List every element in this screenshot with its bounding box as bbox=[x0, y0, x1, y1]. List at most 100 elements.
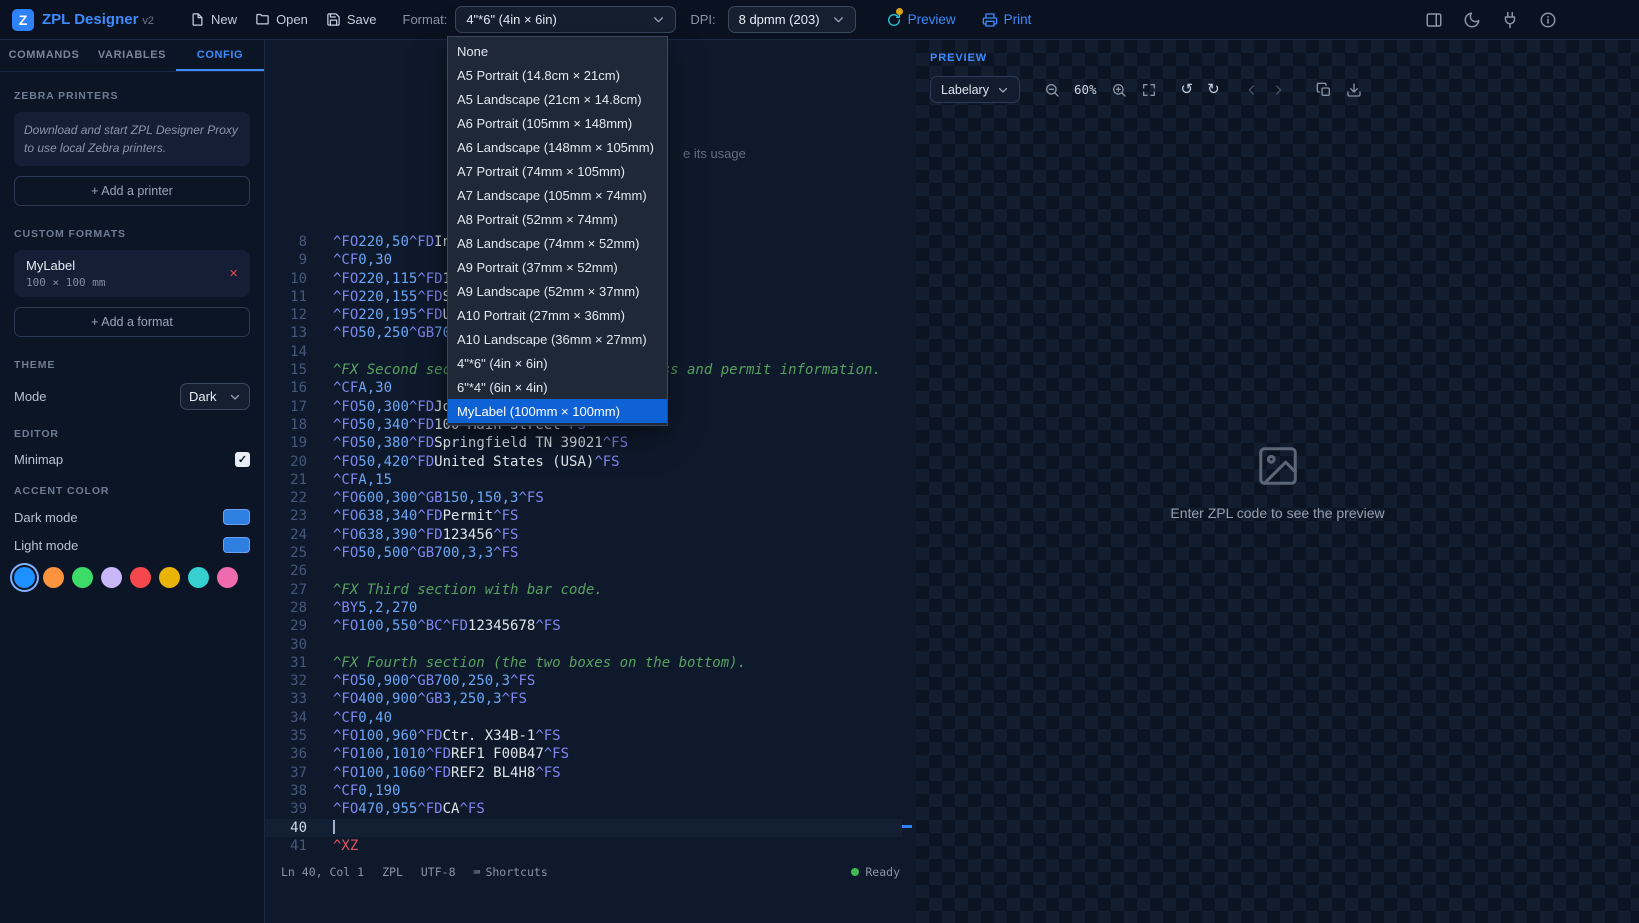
format-dropdown: NoneA5 Portrait (14.8cm × 21cm)A5 Landsc… bbox=[447, 36, 668, 426]
code-line[interactable]: 25^FO50,500^GB700,3,3^FS bbox=[265, 544, 902, 562]
code-line[interactable]: 29^FO100,550^BC^FD12345678^FS bbox=[265, 617, 902, 635]
custom-format-info: MyLabel 100 × 100 mm bbox=[26, 258, 105, 289]
format-option[interactable]: A9 Landscape (52mm × 37mm) bbox=[448, 279, 667, 303]
mode-select[interactable]: Dark bbox=[180, 383, 250, 410]
proxy-connection-button[interactable] bbox=[1501, 11, 1519, 29]
tab-variables[interactable]: VARIABLES bbox=[88, 40, 176, 71]
add-format-button[interactable]: + Add a format bbox=[14, 307, 250, 337]
code-line[interactable]: 40 bbox=[265, 819, 902, 837]
folder-icon bbox=[255, 12, 270, 27]
format-option[interactable]: MyLabel (100mm × 100mm) bbox=[448, 399, 667, 423]
format-select[interactable]: 4"*6" (4in × 6in) bbox=[455, 6, 676, 33]
new-button[interactable]: New bbox=[190, 12, 237, 27]
accent-color-dot[interactable] bbox=[72, 567, 93, 588]
line-number: 11 bbox=[265, 288, 307, 306]
format-option[interactable]: A7 Landscape (105mm × 74mm) bbox=[448, 183, 667, 207]
printer-icon bbox=[982, 12, 998, 28]
format-option[interactable]: A6 Portrait (105mm × 148mm) bbox=[448, 111, 667, 135]
code-line[interactable]: 37^FO100,1060^FDREF2 BL4H8^FS bbox=[265, 764, 902, 782]
code-line[interactable]: 19^FO50,380^FDSpringfield TN 39021^FS bbox=[265, 434, 902, 452]
ready-status: Ready bbox=[851, 865, 900, 879]
accent-color-dot[interactable] bbox=[14, 567, 35, 588]
header-right-icons bbox=[1425, 11, 1557, 29]
preview-empty-text: Enter ZPL code to see the preview bbox=[1170, 505, 1384, 521]
code-line[interactable]: 20^FO50,420^FDUnited States (USA)^FS bbox=[265, 453, 902, 471]
format-option[interactable]: A6 Landscape (148mm × 105mm) bbox=[448, 135, 667, 159]
minimap-label: Minimap bbox=[14, 452, 63, 467]
dark-mode-label: Dark mode bbox=[14, 510, 78, 525]
code-line[interactable]: 41^XZ bbox=[265, 837, 902, 855]
format-option[interactable]: A5 Portrait (14.8cm × 21cm) bbox=[448, 63, 667, 87]
panel-toggle-button[interactable] bbox=[1425, 11, 1443, 29]
tab-commands[interactable]: COMMANDS bbox=[0, 40, 88, 71]
format-option[interactable]: A10 Portrait (27mm × 36mm) bbox=[448, 303, 667, 327]
format-option[interactable]: 6"*4" (6in × 4in) bbox=[448, 375, 667, 399]
code-line[interactable]: 31^FX Fourth section (the two boxes on t… bbox=[265, 654, 902, 672]
info-icon bbox=[1539, 11, 1557, 29]
dark-mode-toggle-button[interactable] bbox=[1463, 11, 1481, 29]
light-mode-swatch[interactable] bbox=[223, 537, 250, 553]
code-line[interactable]: 27^FX Third section with bar code. bbox=[265, 581, 902, 599]
line-number: 39 bbox=[265, 800, 307, 818]
sidebar: COMMANDS VARIABLES CONFIG ZEBRA PRINTERS… bbox=[0, 40, 265, 923]
preview-button[interactable]: Preview bbox=[886, 12, 956, 28]
minimap-row: Minimap ✓ bbox=[14, 452, 250, 467]
line-number: 37 bbox=[265, 764, 307, 782]
code-line[interactable]: 34^CF0,40 bbox=[265, 709, 902, 727]
code-line[interactable]: 28^BY5,2,270 bbox=[265, 599, 902, 617]
keyboard-icon: ⌨ bbox=[474, 865, 481, 879]
line-number: 30 bbox=[265, 636, 307, 654]
line-number: 17 bbox=[265, 398, 307, 416]
custom-format-size: 100 × 100 mm bbox=[26, 276, 105, 289]
accent-color-dot[interactable] bbox=[43, 567, 64, 588]
custom-format-card[interactable]: MyLabel 100 × 100 mm × bbox=[14, 250, 250, 297]
code-line[interactable]: 38^CF0,190 bbox=[265, 782, 902, 800]
line-number: 26 bbox=[265, 562, 307, 580]
line-number: 25 bbox=[265, 544, 307, 562]
dark-mode-swatch[interactable] bbox=[223, 509, 250, 525]
code-line[interactable]: 36^FO100,1010^FDREF1 F00B47^FS bbox=[265, 745, 902, 763]
open-button[interactable]: Open bbox=[255, 12, 308, 27]
format-option[interactable]: None bbox=[448, 39, 667, 63]
zebra-printers-heading: ZEBRA PRINTERS bbox=[14, 90, 250, 102]
code-line[interactable]: 22^FO600,300^GB150,150,3^FS bbox=[265, 489, 902, 507]
dpi-select[interactable]: 8 dpmm (203) bbox=[728, 6, 856, 33]
shortcuts-label: Shortcuts bbox=[485, 865, 547, 879]
line-number: 22 bbox=[265, 489, 307, 507]
plug-icon bbox=[1501, 11, 1519, 29]
format-option[interactable]: A7 Portrait (74mm × 105mm) bbox=[448, 159, 667, 183]
accent-color-dot[interactable] bbox=[159, 567, 180, 588]
code-line[interactable]: 30 bbox=[265, 636, 902, 654]
code-line[interactable]: 24^FO638,390^FD123456^FS bbox=[265, 526, 902, 544]
open-button-label: Open bbox=[276, 12, 308, 27]
save-button[interactable]: Save bbox=[326, 12, 377, 27]
code-line[interactable]: 26 bbox=[265, 562, 902, 580]
format-option[interactable]: A8 Landscape (74mm × 52mm) bbox=[448, 231, 667, 255]
overview-ruler-cursor-marker bbox=[902, 825, 912, 828]
format-option[interactable]: A8 Portrait (52mm × 74mm) bbox=[448, 207, 667, 231]
format-option[interactable]: A10 Landscape (36mm × 27mm) bbox=[448, 327, 667, 351]
accent-color-dot[interactable] bbox=[217, 567, 238, 588]
code-line[interactable]: 23^FO638,340^FDPermit^FS bbox=[265, 507, 902, 525]
minimap-checkbox[interactable]: ✓ bbox=[235, 452, 250, 467]
format-option[interactable]: A5 Landscape (21cm × 14.8cm) bbox=[448, 87, 667, 111]
delete-format-button[interactable]: × bbox=[229, 265, 238, 282]
accent-color-dot[interactable] bbox=[101, 567, 122, 588]
code-line[interactable]: 32^FO50,900^GB700,250,3^FS bbox=[265, 672, 902, 690]
add-printer-button[interactable]: + Add a printer bbox=[14, 176, 250, 206]
code-line[interactable]: 21^CFA,15 bbox=[265, 471, 902, 489]
ready-dot bbox=[851, 868, 859, 876]
accent-color-dot[interactable] bbox=[130, 567, 151, 588]
code-line[interactable]: 35^FO100,960^FDCtr. X34B-1^FS bbox=[265, 727, 902, 745]
format-option[interactable]: A9 Portrait (37mm × 52mm) bbox=[448, 255, 667, 279]
format-option[interactable]: 4"*6" (4in × 6in) bbox=[448, 351, 667, 375]
code-line[interactable]: 39^FO470,955^FDCA^FS bbox=[265, 800, 902, 818]
preview-panel: PREVIEW Labelary 60% ↺ ↻ Enter ZPL code … bbox=[916, 40, 1639, 923]
about-button[interactable] bbox=[1539, 11, 1557, 29]
shortcuts-button[interactable]: ⌨ Shortcuts bbox=[474, 865, 548, 879]
code-line[interactable]: 33^FO400,900^GB3,250,3^FS bbox=[265, 690, 902, 708]
accent-color-dot[interactable] bbox=[188, 567, 209, 588]
tab-config[interactable]: CONFIG bbox=[176, 40, 264, 71]
print-button[interactable]: Print bbox=[982, 12, 1032, 28]
line-number: 8 bbox=[265, 233, 307, 251]
